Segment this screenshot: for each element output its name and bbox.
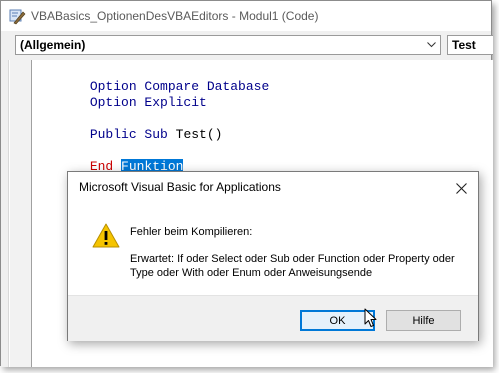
procedure-dropdown[interactable]: Test — [447, 35, 493, 55]
code-line-1[interactable]: Option Compare Database — [43, 63, 269, 94]
code-line-3[interactable]: Public Sub Test() — [43, 111, 223, 142]
object-dropdown-value: (Allgemein) — [20, 38, 86, 52]
dialog-body: Fehler beim Kompilieren: Erwartet: If od… — [68, 203, 478, 295]
vba-editor-icon — [9, 9, 26, 25]
title-bar[interactable]: VBABasics_OptionenDesVBAEditors - Modul1… — [1, 1, 491, 31]
keyword-text: Option Explicit — [89, 95, 207, 110]
dialog-title-bar[interactable]: Microsoft Visual Basic for Applications — [68, 172, 478, 203]
code-line-4[interactable]: End Funktion — [43, 143, 184, 174]
error-dialog: Microsoft Visual Basic for Applications … — [67, 171, 479, 341]
code-line-2[interactable]: Option Explicit — [43, 79, 207, 110]
editor-left-strip — [1, 60, 9, 367]
code-window-toolbar: (Allgemein) Test — [1, 31, 493, 59]
procedure-dropdown-value: Test — [452, 38, 476, 52]
warning-icon — [92, 223, 120, 248]
close-button[interactable] — [450, 177, 472, 199]
mouse-pointer-icon — [364, 308, 377, 327]
window-title: VBABasics_OptionenDesVBAEditors - Modul1… — [31, 9, 319, 23]
margin-indicator-bar[interactable] — [10, 60, 32, 367]
help-button[interactable]: Hilfe — [386, 310, 461, 331]
error-heading: Fehler beim Kompilieren: — [130, 226, 253, 238]
dialog-title: Microsoft Visual Basic for Applications — [79, 180, 281, 194]
chevron-down-icon[interactable] — [423, 36, 440, 54]
vba-editor-window: VBABasics_OptionenDesVBAEditors - Modul1… — [0, 0, 493, 367]
object-dropdown[interactable]: (Allgemein) — [15, 35, 441, 55]
close-icon — [455, 182, 467, 194]
error-detail: Erwartet: If oder Select oder Sub oder F… — [130, 253, 455, 279]
keyword-text: Public Sub — [89, 127, 176, 142]
identifier-text: Test() — [175, 127, 223, 142]
dialog-footer: OK Hilfe — [68, 295, 478, 341]
